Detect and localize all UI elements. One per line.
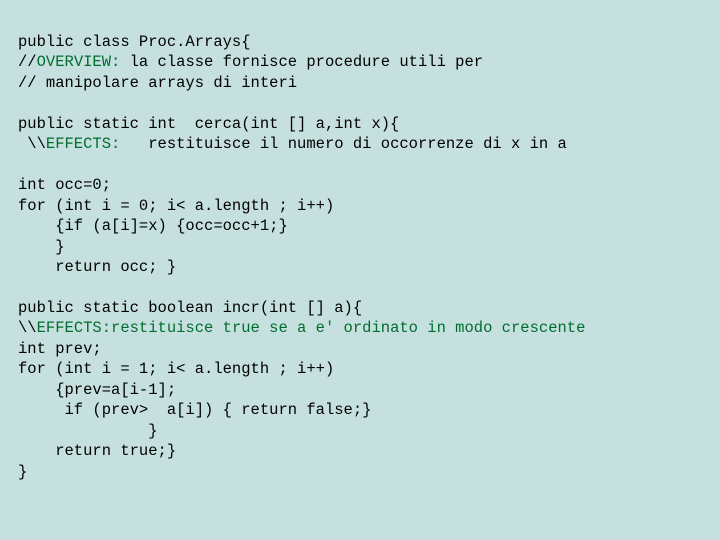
- code-line: }: [18, 238, 65, 256]
- code-line: \\: [18, 319, 37, 337]
- code-line: {prev=a[i-1];: [18, 381, 176, 399]
- code-line: for (int i = 1; i< a.length ; i++): [18, 360, 334, 378]
- code-line: return occ; }: [18, 258, 176, 276]
- code-line: }: [18, 463, 27, 481]
- comment-effects: EFFECTS:restituisce true se a e' ordinat…: [37, 319, 586, 337]
- code-line: public static boolean incr(int [] a){: [18, 299, 362, 317]
- code-line: \\: [18, 135, 46, 153]
- code-line: }: [18, 422, 158, 440]
- code-line: {if (a[i]=x) {occ=occ+1;}: [18, 217, 288, 235]
- code-line: return true;}: [18, 442, 176, 460]
- code-line: // manipolare arrays di interi: [18, 74, 297, 92]
- code-line: restituisce il numero di occorrenze di x…: [120, 135, 566, 153]
- code-line: int prev;: [18, 340, 102, 358]
- code-line: if (prev> a[i]) { return false;}: [18, 401, 371, 419]
- code-line: public static int cerca(int [] a,int x){: [18, 115, 399, 133]
- code-line: la classe fornisce procedure utili per: [120, 53, 483, 71]
- comment-effects: EFFECTS:: [46, 135, 120, 153]
- code-line: public class Proc.Arrays{: [18, 33, 251, 51]
- code-line: //: [18, 53, 37, 71]
- code-line: for (int i = 0; i< a.length ; i++): [18, 197, 334, 215]
- code-slide: public class Proc.Arrays{ //OVERVIEW: la…: [0, 0, 720, 514]
- code-line: int occ=0;: [18, 176, 111, 194]
- comment-overview: OVERVIEW:: [37, 53, 121, 71]
